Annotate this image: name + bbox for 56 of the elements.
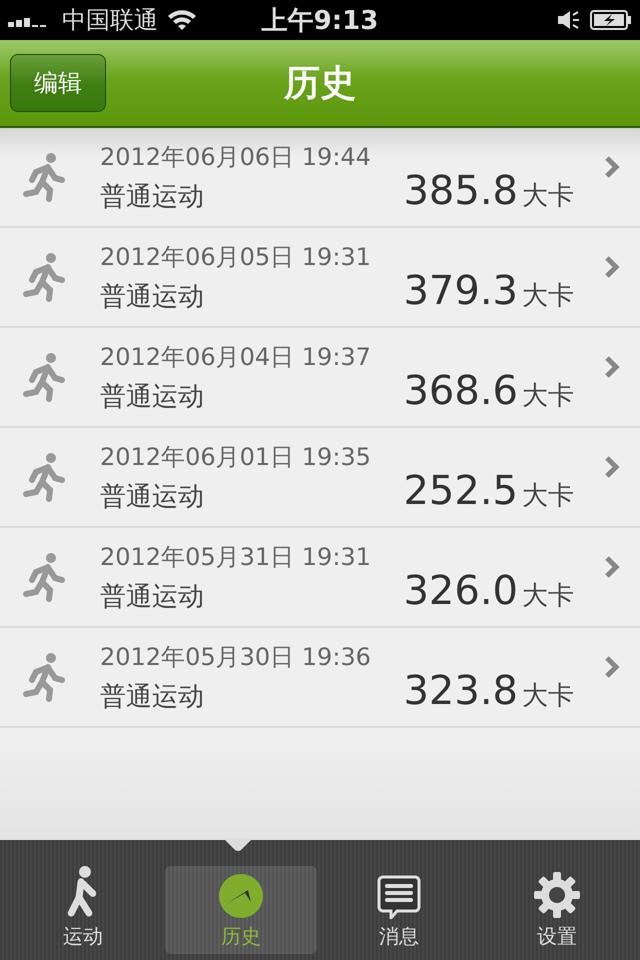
runner-icon [22,452,68,502]
chevron-icon [604,555,620,579]
edit-button[interactable]: 编辑 [10,54,106,112]
calorie-unit: 大卡 [522,680,574,713]
runner-icon [22,352,68,402]
calorie-value: 385.8 [403,168,518,214]
tab[interactable]: 运动 [7,866,159,954]
clock-icon [218,873,264,919]
record-datetime: 2012年05月31日 19:31 [100,542,372,572]
tab[interactable]: 设置 [481,866,633,954]
settings-icon [533,871,581,919]
calorie-unit: 大卡 [522,280,574,313]
history-row[interactable]: 2012年06月06日 19:44 普通运动 385.8 大卡 [0,128,640,228]
calorie-unit: 大卡 [522,380,574,413]
record-datetime: 2012年06月01日 19:35 [100,442,372,472]
exercise-type: 普通运动 [100,380,205,414]
record-datetime: 2012年06月04日 19:37 [100,342,372,372]
record-datetime: 2012年06月05日 19:31 [100,242,372,272]
calorie-value: 252.5 [403,468,518,514]
exercise-type: 普通运动 [100,680,205,714]
calorie-unit: 大卡 [522,580,574,613]
exercise-type: 普通运动 [100,580,205,614]
calorie-value: 368.6 [403,368,518,414]
chevron-icon [604,255,620,279]
chevron-icon [604,655,620,679]
runner-icon [22,152,68,202]
exercise-type: 普通运动 [100,180,205,214]
calorie-unit: 大卡 [522,480,574,513]
chevron-icon [604,155,620,179]
wifi-icon [166,8,198,32]
selection-notch [223,838,253,852]
history-row[interactable]: 2012年06月05日 19:31 普通运动 379.3 大卡 [0,228,640,328]
runner-icon [22,652,68,702]
tab[interactable]: 消息 [323,866,475,954]
calorie-value: 379.3 [403,268,518,314]
message-icon [377,875,421,919]
history-row[interactable]: 2012年06月01日 19:35 普通运动 252.5 大卡 [0,428,640,528]
chevron-icon [604,455,620,479]
calorie-unit: 大卡 [522,180,574,213]
speaker-icon [556,10,582,30]
status-time: 上午9:13 [262,4,378,38]
record-datetime: 2012年05月30日 19:36 [100,642,372,672]
runner-icon [22,252,68,302]
page-title: 历史 [284,62,356,106]
runner-icon [22,552,68,602]
calorie-value: 326.0 [403,568,518,614]
exercise-type: 普通运动 [100,480,205,514]
exercise-type: 普通运动 [100,280,205,314]
record-datetime: 2012年06月06日 19:44 [100,142,372,172]
carrier-name: 中国联通 [62,5,158,36]
history-row[interactable]: 2012年05月31日 19:31 普通运动 326.0 大卡 [0,528,640,628]
chevron-icon [604,355,620,379]
battery-icon [590,9,632,31]
history-row[interactable]: 2012年05月30日 19:36 普通运动 323.8 大卡 [0,628,640,728]
calorie-value: 323.8 [403,668,518,714]
history-row[interactable]: 2012年06月04日 19:37 普通运动 368.6 大卡 [0,328,640,428]
